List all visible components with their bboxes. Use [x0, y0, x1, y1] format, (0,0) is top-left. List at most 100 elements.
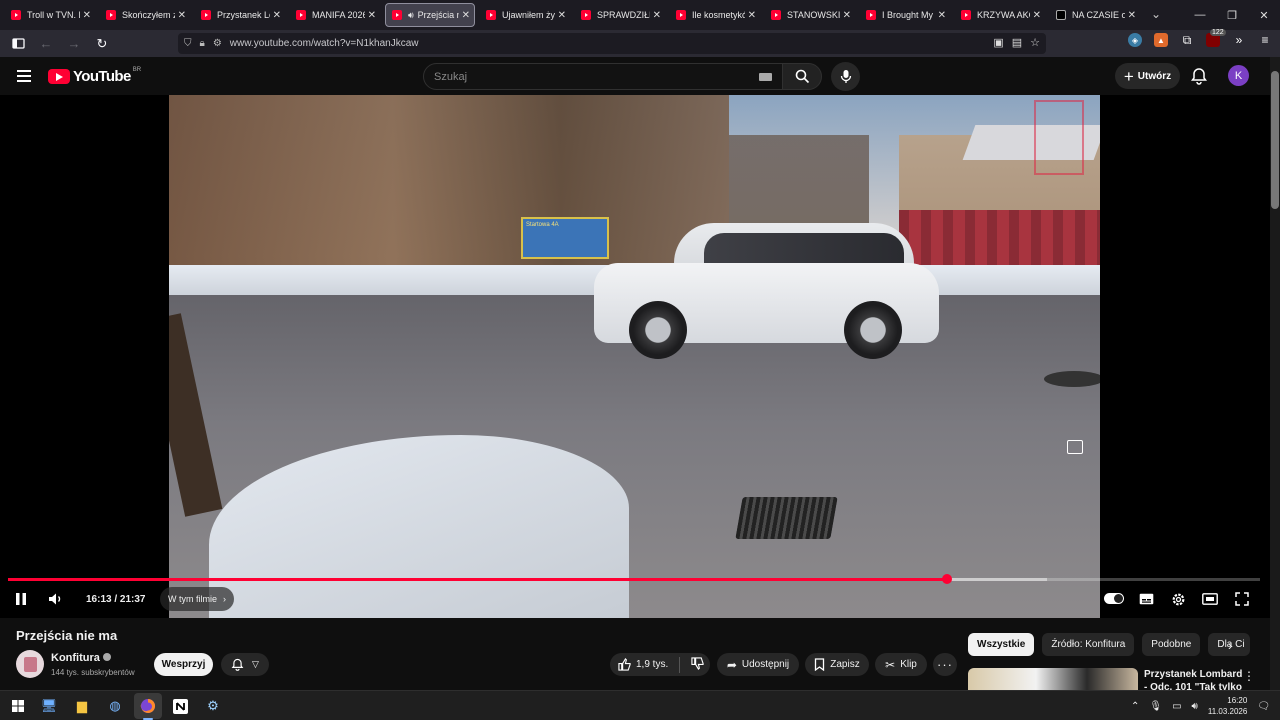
browser-tab[interactable]: Skończyłem zw✕: [100, 3, 190, 27]
chapters-button[interactable]: W tym filmie ›: [160, 587, 234, 611]
tab-close-icon[interactable]: ✕: [368, 10, 376, 21]
minimize-button[interactable]: —: [1184, 0, 1216, 30]
this-pc-icon[interactable]: 🖥︎: [39, 696, 59, 716]
scrollbar-thumb[interactable]: [1271, 71, 1279, 209]
tab-audio-icon[interactable]: 🔊︎: [408, 10, 414, 21]
like-button[interactable]: 1,9 tys.: [618, 658, 668, 671]
vpn-extension-icon[interactable]: ◈: [1128, 33, 1142, 47]
microphone-tray-icon[interactable]: 🎙︎: [1149, 701, 1162, 712]
video-player[interactable]: Startowa 4A 16:13 / 21:37 W tym filmie ›: [0, 95, 1270, 618]
tab-close-icon[interactable]: ✕: [843, 10, 851, 21]
file-explorer-icon[interactable]: ▆: [72, 696, 92, 716]
url-text[interactable]: www.youtube.com/watch?v=N1khanJkcaw: [230, 38, 419, 49]
app-icon[interactable]: ⚙︎: [203, 696, 223, 716]
voice-search-button[interactable]: [831, 62, 860, 91]
search-input[interactable]: Szukaj: [423, 63, 783, 90]
tab-close-icon[interactable]: ✕: [1128, 10, 1136, 21]
tab-close-icon[interactable]: ✕: [748, 10, 756, 21]
tab-close-icon[interactable]: ✕: [83, 10, 91, 21]
tab-close-icon[interactable]: ✕: [1033, 10, 1041, 21]
miniplayer-icon[interactable]: [1067, 440, 1083, 454]
dislike-button[interactable]: [691, 656, 704, 673]
browser-tab[interactable]: SPRAWDZIŁEM✕: [575, 3, 665, 27]
tab-close-icon[interactable]: ✕: [653, 10, 661, 21]
menu-icon[interactable]: ≡: [1258, 33, 1272, 47]
steam-icon[interactable]: ◍: [105, 696, 125, 716]
autoplay-toggle[interactable]: [1104, 593, 1124, 604]
settings-button[interactable]: [1170, 588, 1186, 610]
browser-tab[interactable]: NA CZASIE on X✕: [1050, 3, 1140, 27]
channel-watermark[interactable]: [1034, 100, 1084, 175]
more-actions-button[interactable]: ···: [933, 653, 957, 676]
lock-icon[interactable]: 🔒︎: [200, 38, 205, 49]
notifications-button[interactable]: ▽: [221, 653, 269, 676]
notifications-tray-icon[interactable]: 🗨︎: [1257, 701, 1270, 712]
ublock-extension-icon[interactable]: 122: [1206, 29, 1226, 47]
permissions-icon[interactable]: ⚙︎: [213, 38, 222, 49]
browser-tab[interactable]: 🔊︎Przejścia ni✕: [385, 3, 475, 27]
windows-start-icon[interactable]: [8, 696, 28, 716]
address-bar[interactable]: ⛉ 🔒︎ ⚙︎ www.youtube.com/watch?v=N1khanJk…: [178, 33, 1046, 54]
save-button[interactable]: Zapisz: [805, 653, 869, 676]
browser-tab[interactable]: Przystanek Lom✕: [195, 3, 285, 27]
volume-button[interactable]: [46, 588, 66, 610]
fullscreen-button[interactable]: [1234, 588, 1250, 610]
browser-tab[interactable]: Ile kosmetyków✕: [670, 3, 760, 27]
chip-all[interactable]: Wszystkie: [968, 633, 1035, 656]
hamburger-menu-icon[interactable]: [17, 70, 31, 82]
browser-tab[interactable]: Troll w TVN. Po✕: [5, 3, 95, 27]
create-button[interactable]: + Utwórz: [1115, 63, 1180, 89]
picture-in-picture-icon[interactable]: ▣: [993, 36, 1003, 49]
back-button[interactable]: ←: [34, 32, 58, 56]
overflow-chevron-icon[interactable]: »: [1232, 33, 1246, 47]
fox-extension-icon[interactable]: ▲: [1154, 33, 1168, 47]
speaker-tray-icon[interactable]: 🔊︎: [1192, 701, 1198, 712]
shield-icon[interactable]: ⛉: [184, 38, 192, 49]
share-button[interactable]: ➦ Udostępnij: [717, 653, 799, 676]
reload-button[interactable]: ↻: [90, 32, 114, 56]
page-scrollbar[interactable]: [1270, 57, 1280, 690]
progress-bar[interactable]: [8, 574, 1260, 584]
restore-button[interactable]: ❐: [1216, 0, 1248, 30]
browser-tab[interactable]: STANOWSKI UJ✕: [765, 3, 855, 27]
recommended-more-icon[interactable]: ⋮: [1243, 669, 1255, 683]
tab-close-icon[interactable]: ✕: [273, 10, 281, 21]
network-icon[interactable]: ▭: [1172, 701, 1181, 712]
channel-name-row[interactable]: Konfitura: [51, 652, 111, 664]
notifications-bell-icon[interactable]: [1190, 67, 1208, 85]
chip-source[interactable]: Źródło: Konfitura: [1042, 633, 1135, 656]
firefox-icon[interactable]: [138, 696, 158, 716]
clock[interactable]: 16:20 11.03.2026: [1208, 695, 1247, 717]
tray-chevron-up-icon[interactable]: ⌃: [1131, 701, 1139, 712]
notion-icon[interactable]: [170, 696, 190, 716]
chips-next-chevron-icon[interactable]: ›: [1228, 638, 1232, 653]
support-button[interactable]: Wesprzyj: [154, 653, 213, 676]
clip-button[interactable]: ✂ Klip: [875, 653, 927, 676]
theater-mode-button[interactable]: [1202, 588, 1218, 610]
search-button[interactable]: [782, 63, 822, 90]
browser-tab[interactable]: Ujawniłem żydo✕: [480, 3, 570, 27]
reader-view-icon[interactable]: ▤: [1012, 36, 1022, 49]
tab-close-icon[interactable]: ✕: [178, 10, 186, 21]
browser-tab[interactable]: KRZYWA AKCJA✕: [955, 3, 1045, 27]
video-frame[interactable]: Startowa 4A: [169, 95, 1100, 618]
channel-avatar[interactable]: [16, 650, 44, 678]
youtube-logo[interactable]: YouTube BR: [48, 67, 141, 85]
browser-tab[interactable]: I Brought My S✕: [860, 3, 950, 27]
tab-list-chevron-icon[interactable]: ⌄: [1151, 7, 1161, 21]
sidebar-toggle-icon[interactable]: [6, 32, 30, 56]
pause-button[interactable]: [12, 588, 30, 610]
extensions-puzzle-icon[interactable]: ⧉: [1180, 33, 1194, 47]
progress-scrubber[interactable]: [942, 574, 952, 584]
browser-tab[interactable]: MANIFA 2026 -✕: [290, 3, 380, 27]
close-window-button[interactable]: ✕: [1248, 0, 1280, 30]
subtitles-button[interactable]: [1138, 588, 1154, 610]
tab-close-icon[interactable]: ✕: [938, 10, 946, 21]
tab-close-icon[interactable]: ✕: [462, 10, 470, 21]
chip-similar[interactable]: Podobne: [1142, 633, 1201, 656]
recommended-thumbnail[interactable]: [968, 668, 1138, 692]
tab-close-icon[interactable]: ✕: [558, 10, 566, 21]
channel-name[interactable]: Konfitura: [51, 652, 100, 664]
forward-button[interactable]: →: [62, 32, 86, 56]
bookmark-star-icon[interactable]: ☆: [1030, 36, 1040, 49]
